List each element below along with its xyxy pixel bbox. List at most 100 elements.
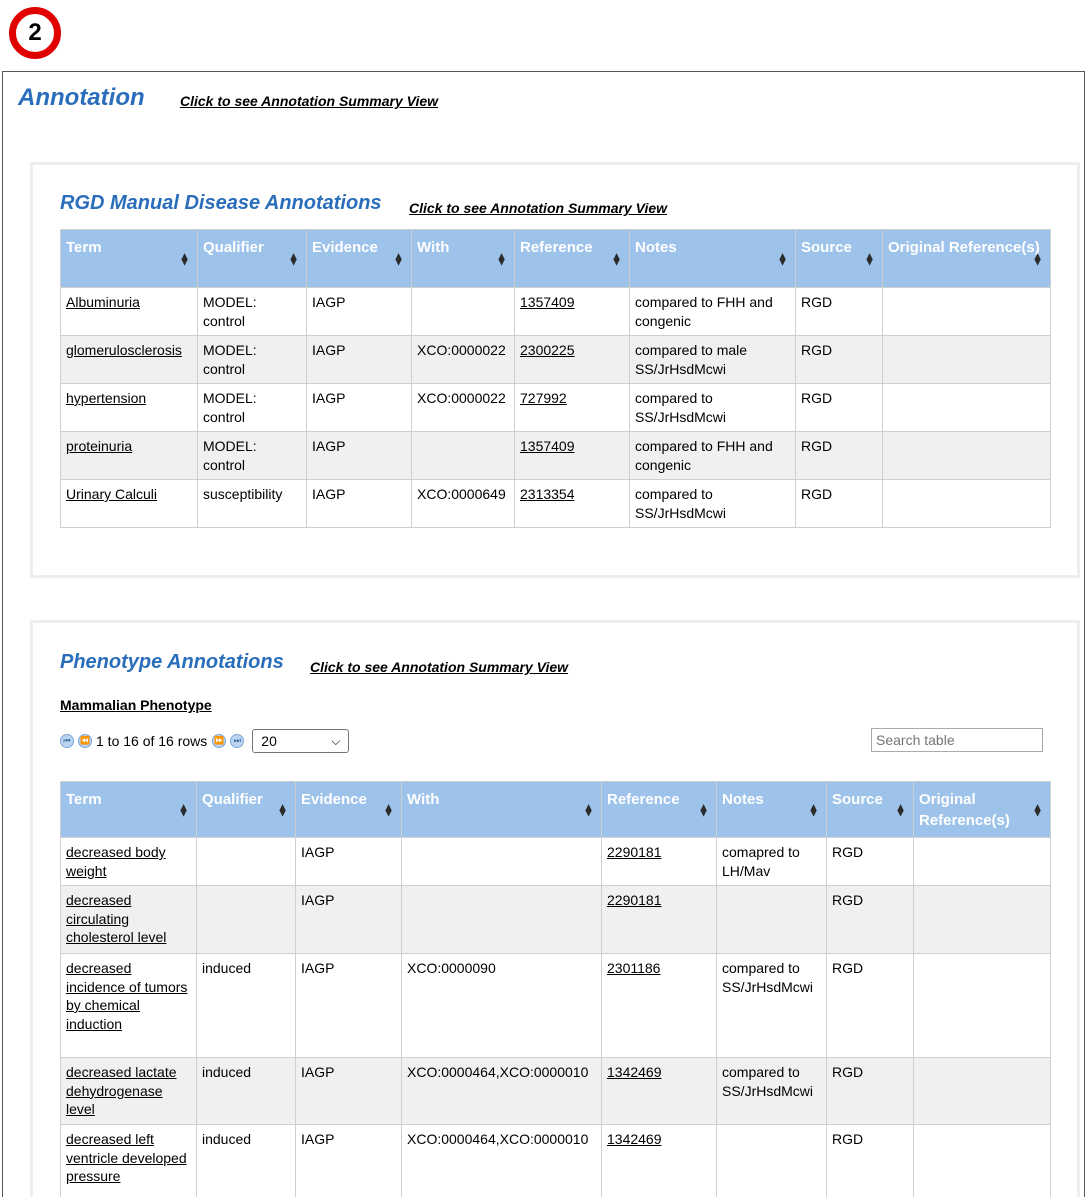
search-table-input[interactable] bbox=[871, 728, 1043, 752]
term-link[interactable]: Albuminuria bbox=[66, 294, 140, 310]
original-reference-cell bbox=[882, 287, 1051, 336]
sort-icon: ▲ ▼ bbox=[583, 801, 594, 820]
qualifier-cell bbox=[196, 885, 296, 954]
table-row: decreased incidence of tumors by chemica… bbox=[60, 953, 1051, 1058]
column-header-with[interactable]: With ▲ ▼ bbox=[411, 229, 515, 288]
source-cell: RGD bbox=[795, 431, 883, 480]
disease-annotations-title: RGD Manual Disease Annotations bbox=[60, 192, 382, 214]
original-reference-cell bbox=[913, 837, 1051, 886]
notes-cell: compared to SS/JrHsdMcwi bbox=[629, 479, 796, 528]
qualifier-cell: MODEL: control bbox=[197, 287, 307, 336]
notes-cell bbox=[716, 1124, 827, 1197]
evidence-cell: IAGP bbox=[295, 953, 402, 1058]
term-link[interactable]: hypertension bbox=[66, 390, 146, 406]
sort-icon: ▲ ▼ bbox=[895, 801, 906, 820]
first-page-icon[interactable]: ⏮ bbox=[60, 734, 74, 748]
source-cell: RGD bbox=[795, 479, 883, 528]
column-header-original-references[interactable]: Original Reference(s) ▲ ▼ bbox=[913, 781, 1051, 838]
original-reference-cell bbox=[913, 953, 1051, 1058]
sort-icon: ▲ ▼ bbox=[777, 250, 788, 269]
with-cell bbox=[401, 885, 602, 954]
reference-link[interactable]: 1342469 bbox=[607, 1131, 662, 1147]
sort-icon: ▲ ▼ bbox=[179, 250, 190, 269]
term-link[interactable]: glomerulosclerosis bbox=[66, 342, 182, 358]
sort-icon: ▲ ▼ bbox=[288, 250, 299, 269]
column-header-qualifier[interactable]: Qualifier ▲ ▼ bbox=[197, 229, 307, 288]
column-header-notes[interactable]: Notes ▲ ▼ bbox=[716, 781, 827, 838]
with-cell: XCO:0000464,XCO:0000010 bbox=[401, 1057, 602, 1125]
term-link[interactable]: proteinuria bbox=[66, 438, 132, 454]
reference-link[interactable]: 1357409 bbox=[520, 294, 575, 310]
column-header-original-references[interactable]: Original Reference(s) ▲ ▼ bbox=[882, 229, 1051, 288]
page-size-value: 20 bbox=[261, 733, 277, 749]
qualifier-cell: MODEL: control bbox=[197, 383, 307, 432]
source-cell: RGD bbox=[826, 837, 914, 886]
column-header-reference[interactable]: Reference ▲ ▼ bbox=[514, 229, 630, 288]
term-link[interactable]: decreased circulating cholesterol level bbox=[66, 892, 166, 945]
column-header-qualifier[interactable]: Qualifier ▲ ▼ bbox=[196, 781, 296, 838]
disease-summary-link[interactable]: Click to see Annotation Summary View bbox=[409, 200, 667, 216]
notes-cell: compared to SS/JrHsdMcwi bbox=[629, 383, 796, 432]
term-link[interactable]: decreased left ventricle developed press… bbox=[66, 1131, 187, 1184]
with-cell: XCO:0000649 bbox=[411, 479, 515, 528]
qualifier-cell: MODEL: control bbox=[197, 335, 307, 384]
term-link[interactable]: decreased body weight bbox=[66, 844, 166, 879]
evidence-cell: IAGP bbox=[306, 335, 412, 384]
evidence-cell: IAGP bbox=[306, 383, 412, 432]
term-link[interactable]: Urinary Calculi bbox=[66, 486, 157, 502]
column-header-term[interactable]: Term ▲ ▼ bbox=[60, 781, 197, 838]
column-header-with[interactable]: With ▲ ▼ bbox=[401, 781, 602, 838]
last-page-icon[interactable]: ⏭ bbox=[230, 734, 245, 748]
column-header-source[interactable]: Source ▲ ▼ bbox=[795, 229, 883, 288]
reference-link[interactable]: 2301186 bbox=[607, 960, 660, 976]
with-cell: XCO:0000022 bbox=[411, 335, 515, 384]
column-header-notes[interactable]: Notes ▲ ▼ bbox=[629, 229, 796, 288]
sort-icon: ▲ ▼ bbox=[496, 250, 507, 269]
evidence-cell: IAGP bbox=[295, 837, 402, 886]
phenotype-annotations-panel: Phenotype Annotations Click to see Annot… bbox=[30, 620, 1080, 1197]
reference-link[interactable]: 1342469 bbox=[607, 1064, 662, 1080]
disease-annotations-table: Term ▲ ▼ Qualifier ▲ ▼ Evidence ▲ ▼ With ▲ ▼ Ref… bbox=[60, 229, 1051, 528]
table-row: glomerulosclerosis MODEL: control IAGP X… bbox=[60, 335, 1051, 384]
qualifier-cell: MODEL: control bbox=[197, 431, 307, 480]
original-reference-cell bbox=[913, 1057, 1051, 1125]
source-cell: RGD bbox=[826, 1057, 914, 1125]
with-cell: XCO:0000464,XCO:0000010 bbox=[401, 1124, 602, 1197]
column-header-source[interactable]: Source ▲ ▼ bbox=[826, 781, 914, 838]
qualifier-cell: induced bbox=[196, 1057, 296, 1125]
reference-link[interactable]: 2313354 bbox=[520, 486, 575, 502]
column-header-term[interactable]: Term ▲ ▼ bbox=[60, 229, 198, 288]
phenotype-summary-link[interactable]: Click to see Annotation Summary View bbox=[310, 659, 568, 675]
sort-icon: ▲ ▼ bbox=[393, 250, 404, 269]
table-row: decreased body weight IAGP 2290181 comap… bbox=[60, 837, 1051, 886]
column-header-reference[interactable]: Reference ▲ ▼ bbox=[601, 781, 717, 838]
term-link[interactable]: decreased incidence of tumors by chemica… bbox=[66, 960, 187, 1032]
table-pager: ⏮ ⏪ 1 to 16 of 16 rows ⏩ ⏭ 20 ⌵ bbox=[60, 729, 350, 753]
table-row: decreased lactate dehydrogenase level in… bbox=[60, 1057, 1051, 1125]
annotation-summary-link[interactable]: Click to see Annotation Summary View bbox=[180, 93, 438, 109]
column-header-evidence[interactable]: Evidence ▲ ▼ bbox=[306, 229, 412, 288]
evidence-cell: IAGP bbox=[295, 1057, 402, 1125]
reference-link[interactable]: 727992 bbox=[520, 390, 567, 406]
annotation-frame: Annotation Click to see Annotation Summa… bbox=[2, 71, 1085, 1197]
previous-page-icon[interactable]: ⏪ bbox=[78, 734, 92, 748]
reference-link[interactable]: 2290181 bbox=[607, 892, 662, 908]
term-link[interactable]: decreased lactate dehydrogenase level bbox=[66, 1064, 177, 1117]
notes-cell: comapred to LH/Mav bbox=[716, 837, 827, 886]
qualifier-cell: induced bbox=[196, 1124, 296, 1197]
table-row: hypertension MODEL: control IAGP XCO:000… bbox=[60, 383, 1051, 432]
notes-cell: compared to SS/JrHsdMcwi bbox=[716, 1057, 827, 1125]
with-cell bbox=[411, 287, 515, 336]
reference-link[interactable]: 2290181 bbox=[607, 844, 662, 860]
with-cell bbox=[401, 837, 602, 886]
source-cell: RGD bbox=[826, 885, 914, 954]
step-number-badge: 2 bbox=[9, 7, 61, 59]
reference-link[interactable]: 2300225 bbox=[520, 342, 575, 358]
reference-link[interactable]: 1357409 bbox=[520, 438, 575, 454]
next-page-icon[interactable]: ⏩ bbox=[212, 734, 227, 748]
page-size-select[interactable]: 20 ⌵ bbox=[252, 729, 350, 753]
phenotype-annotations-table: Term ▲ ▼ Qualifier ▲ ▼ Evidence ▲ ▼ With ▲ ▼ Ref… bbox=[60, 781, 1051, 1197]
evidence-cell: IAGP bbox=[306, 479, 412, 528]
column-header-evidence[interactable]: Evidence ▲ ▼ bbox=[295, 781, 402, 838]
original-reference-cell bbox=[882, 479, 1051, 528]
